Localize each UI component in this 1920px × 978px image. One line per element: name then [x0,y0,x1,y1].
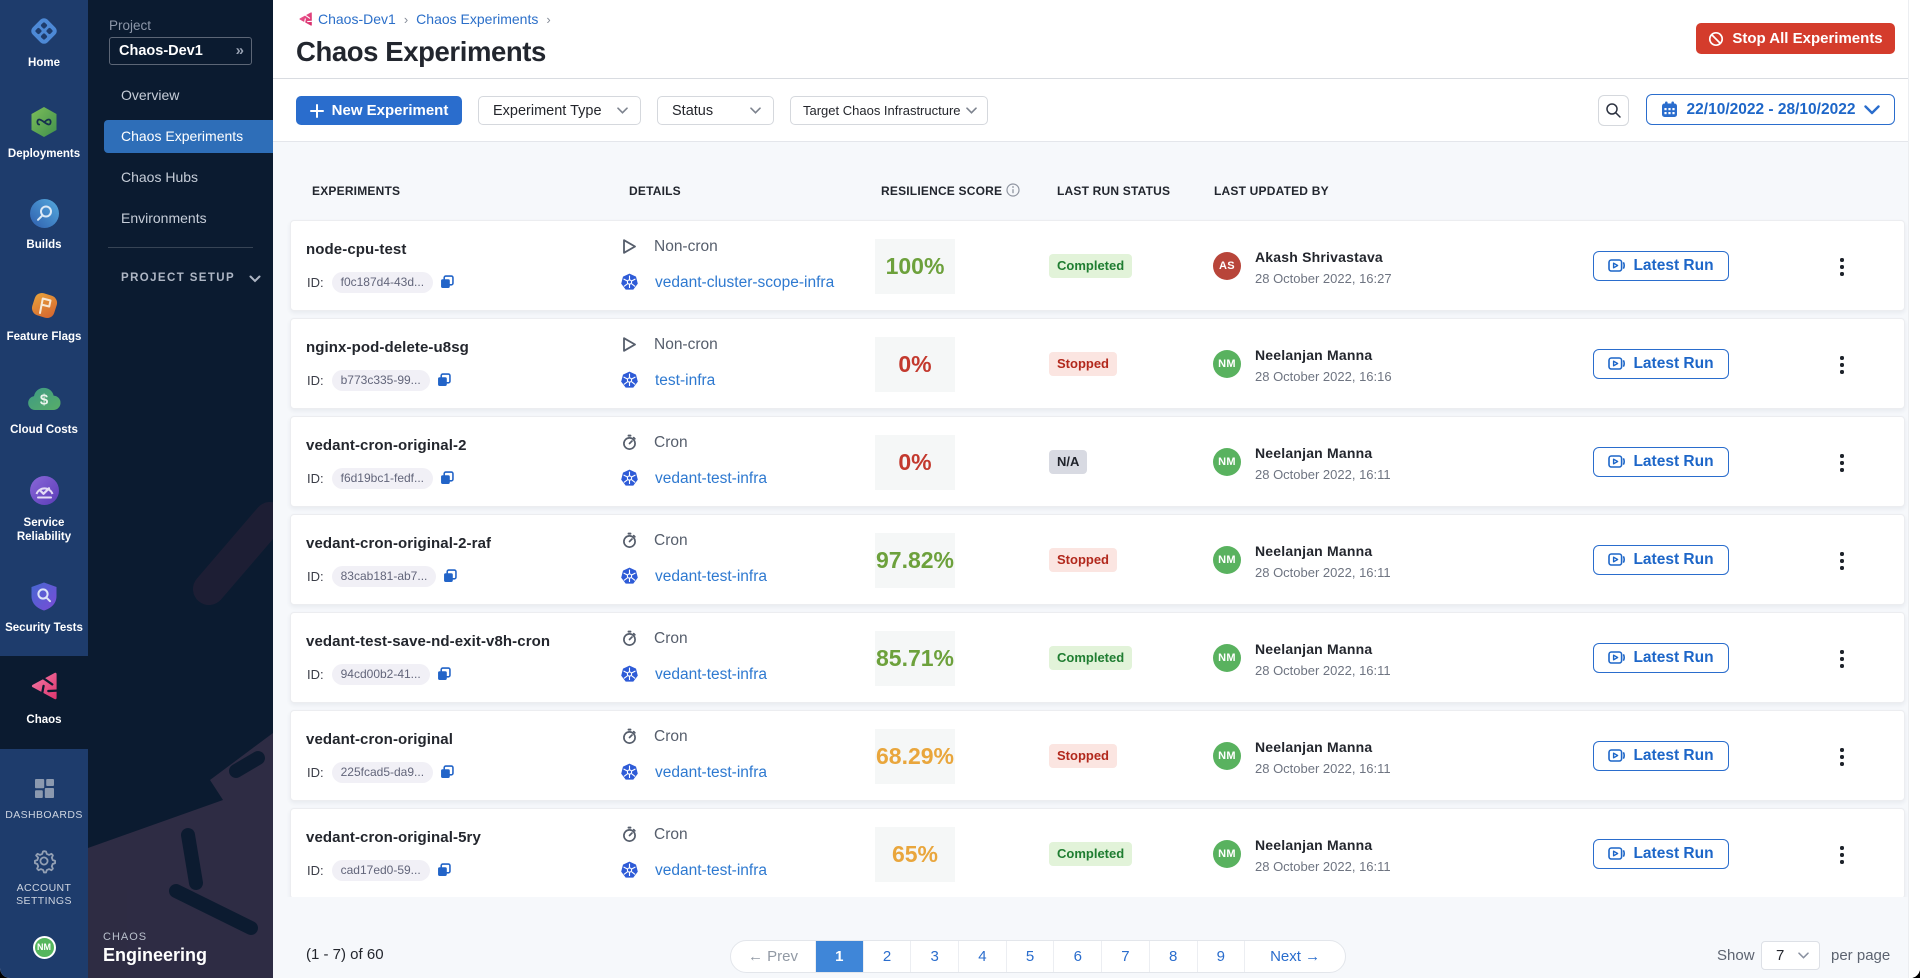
svg-text:$: $ [40,392,49,409]
